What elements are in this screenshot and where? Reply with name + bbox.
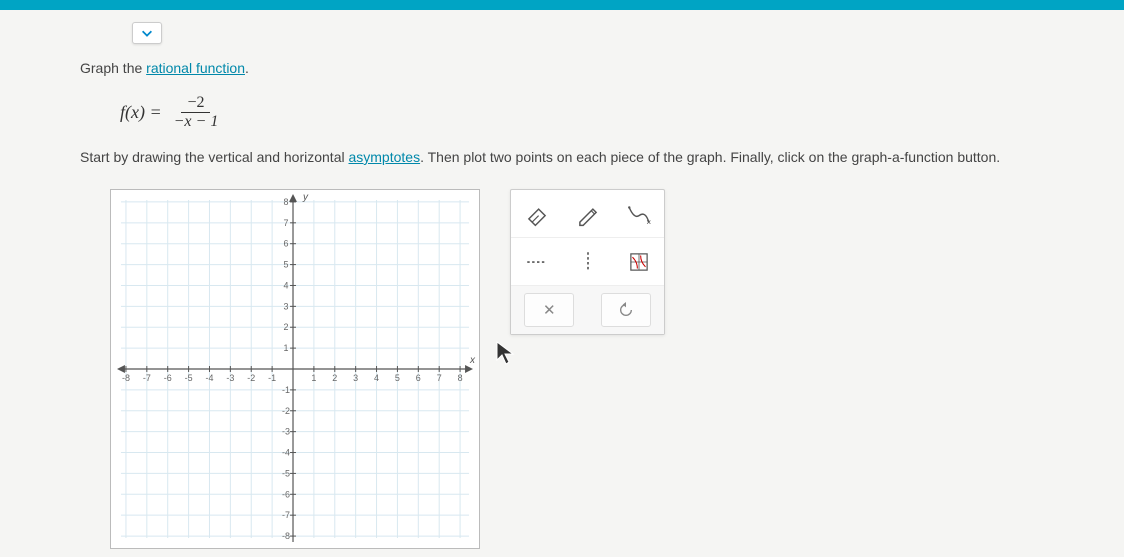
svg-text:5: 5	[395, 373, 400, 383]
graph-function-tool[interactable]	[619, 244, 659, 280]
svg-text:-1: -1	[268, 373, 276, 383]
formula-numerator: −2	[181, 94, 210, 113]
svg-text:-5: -5	[185, 373, 193, 383]
tool-row-2	[511, 238, 664, 286]
instruction-line-2: Start by drawing the vertical and horizo…	[80, 149, 1054, 165]
v-dashed-icon	[575, 249, 601, 275]
graph-function-icon	[626, 249, 652, 275]
mid-prefix: Start by drawing the vertical and horizo…	[80, 149, 348, 165]
v-asymptote-tool[interactable]	[568, 244, 608, 280]
svg-text:-6: -6	[282, 489, 290, 499]
svg-text:-8: -8	[122, 373, 130, 383]
svg-text:7: 7	[284, 218, 289, 228]
reset-icon	[618, 302, 634, 318]
svg-text:6: 6	[284, 239, 289, 249]
pencil-icon	[575, 201, 601, 227]
svg-text:-3: -3	[226, 373, 234, 383]
grid-svg: -8 -7 -6 -5 -4 -3 -2 -1 1 2 3 4 5 6 7 8 1 2 3 4 5 6 7 8 -1 -2 -3…	[111, 190, 479, 548]
svg-text:2: 2	[332, 373, 337, 383]
svg-text:-6: -6	[164, 373, 172, 383]
pencil-tool[interactable]	[568, 196, 608, 232]
svg-text:8: 8	[284, 197, 289, 207]
svg-text:-2: -2	[282, 406, 290, 416]
svg-text:3: 3	[284, 301, 289, 311]
formula: f(x) = −2 −x − 1	[120, 94, 1054, 131]
formula-denominator: −x − 1	[168, 113, 225, 131]
svg-text:-4: -4	[282, 448, 290, 458]
svg-text:-8: -8	[282, 531, 290, 541]
header-bar: Graphing a rational function: Constant o…	[0, 0, 1124, 10]
svg-text:-4: -4	[206, 373, 214, 383]
asymptotes-link[interactable]: asymptotes	[348, 149, 420, 165]
svg-text:-7: -7	[282, 510, 290, 520]
svg-text:6: 6	[416, 373, 421, 383]
y-axis-label: y	[303, 192, 308, 203]
x-icon: ✕	[543, 301, 556, 319]
curve-tool[interactable]	[619, 196, 659, 232]
svg-text:5: 5	[284, 260, 289, 270]
h-dashed-icon	[524, 249, 550, 275]
instruction-line-1: Graph the rational function.	[80, 60, 1054, 76]
svg-text:4: 4	[374, 373, 379, 383]
reset-button[interactable]	[601, 293, 651, 327]
curve-icon	[626, 201, 652, 227]
svg-text:4: 4	[284, 280, 289, 290]
svg-text:1: 1	[284, 343, 289, 353]
intro-suffix: .	[245, 60, 249, 76]
clear-button[interactable]: ✕	[524, 293, 574, 327]
svg-text:-5: -5	[282, 468, 290, 478]
svg-text:-3: -3	[282, 427, 290, 437]
intro-prefix: Graph the	[80, 60, 146, 76]
rational-function-link[interactable]: rational function	[146, 60, 245, 76]
svg-text:2: 2	[284, 322, 289, 332]
chevron-down-icon	[140, 26, 154, 40]
formula-lhs: f(x) =	[120, 102, 162, 123]
tool-row-3: ✕	[511, 286, 664, 334]
svg-text:1: 1	[311, 373, 316, 383]
question-content: Graph the rational function. f(x) = −2 −…	[0, 10, 1124, 549]
mid-suffix: . Then plot two points on each piece of …	[420, 149, 1000, 165]
svg-text:3: 3	[353, 373, 358, 383]
workspace: y x	[110, 189, 1054, 549]
formula-fraction: −2 −x − 1	[168, 94, 225, 131]
svg-text:-1: -1	[282, 385, 290, 395]
svg-text:-2: -2	[247, 373, 255, 383]
h-asymptote-tool[interactable]	[517, 244, 557, 280]
eraser-icon	[524, 201, 550, 227]
svg-text:-7: -7	[143, 373, 151, 383]
graph-canvas[interactable]: y x	[110, 189, 480, 549]
collapse-toggle[interactable]	[132, 22, 162, 44]
x-axis-label: x	[470, 355, 475, 366]
svg-text:8: 8	[458, 373, 463, 383]
toolbox: ✕	[510, 189, 665, 335]
eraser-tool[interactable]	[517, 196, 557, 232]
svg-text:7: 7	[437, 373, 442, 383]
tool-row-1	[511, 190, 664, 238]
